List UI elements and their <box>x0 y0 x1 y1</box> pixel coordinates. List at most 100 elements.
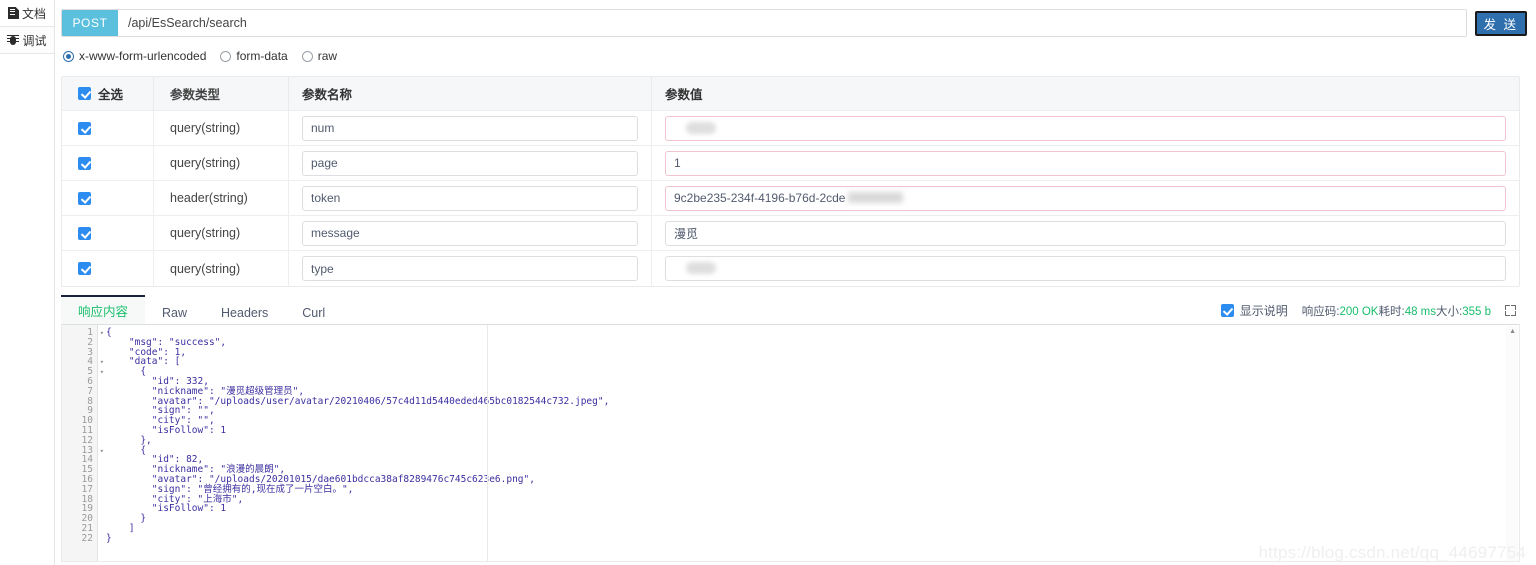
row-param-value-cell <box>652 146 1519 180</box>
table-row: query(string) <box>62 146 1519 181</box>
row-param-type: query(string) <box>154 251 289 286</box>
sidebar-item-doc[interactable]: 文档 <box>0 0 54 27</box>
editor-code[interactable]: { "msg": "success", "code": 1, "data": [… <box>98 325 1519 561</box>
status-code-label: 响应码: <box>1301 305 1340 318</box>
param-value-input[interactable] <box>665 220 1506 246</box>
param-name-input[interactable] <box>302 150 638 176</box>
status-size-label: 大小: <box>1436 305 1463 318</box>
row-checkbox-cell[interactable] <box>62 181 154 215</box>
param-name-input[interactable] <box>302 220 638 246</box>
radio-x-www-form-urlencoded[interactable]: x-www-form-urlencoded <box>63 49 206 63</box>
row-param-type: header(string) <box>154 181 289 215</box>
editor-code-line: "code": 1, <box>106 346 187 358</box>
sidebar-item-doc-label: 文档 <box>21 6 46 21</box>
table-row: query(string) <box>62 111 1519 146</box>
param-value-input[interactable] <box>665 256 1506 281</box>
row-param-name-cell <box>289 181 652 215</box>
fullscreen-icon[interactable] <box>1505 305 1516 316</box>
param-name-input[interactable] <box>302 185 638 211</box>
response-meta: 显示说明 响应码:200 OK耗时:48 ms大小:355 b <box>1220 302 1520 319</box>
param-name-input[interactable] <box>302 256 638 281</box>
editor-ruler <box>487 325 488 561</box>
radio-icon-raw[interactable] <box>301 50 313 62</box>
editor-gutter: 1 ▾ 2 3 4 ▾ 5 ▾ 6 7 8 9 10 11 12 13 ▾ 14 15 16 17 18 19 20 21 22 <box>62 325 104 561</box>
response-toolbar: 响应内容 Raw Headers Curl 显示说明 响应码:200 OK耗时:… <box>61 294 1520 327</box>
table-row: query(string) <box>62 251 1519 286</box>
bug-icon <box>7 34 20 46</box>
row-param-type: query(string) <box>154 111 289 145</box>
editor-code-line: "avatar": "/uploads/user/avatar/20210406… <box>106 395 610 407</box>
response-tabs: 响应内容 Raw Headers Curl <box>61 294 342 327</box>
radio-icon-form-data[interactable] <box>220 50 232 62</box>
tab-raw[interactable]: Raw <box>145 300 204 327</box>
editor-vertical-scrollbar[interactable]: ▲ <box>1506 326 1518 561</box>
param-name-input[interactable] <box>302 115 638 141</box>
row-param-type: query(string) <box>154 216 289 250</box>
editor-code-line: } <box>106 532 112 544</box>
editor-code-line: "sign": "", <box>106 405 215 417</box>
select-all-label: 全选 <box>98 88 124 102</box>
response-code-editor[interactable]: 1 ▾ 2 3 4 ▾ 5 ▾ 6 7 8 9 10 11 12 13 ▾ 14 15 16 17 18 19 20 21 22 … <box>61 324 1520 562</box>
status-time-value: 48 ms <box>1404 305 1437 318</box>
param-value-input[interactable] <box>665 115 1506 141</box>
select-all-checkbox[interactable] <box>78 87 91 100</box>
row-checkbox[interactable] <box>78 191 91 205</box>
param-value-input[interactable] <box>665 185 1506 211</box>
editor-code-line: { <box>106 444 147 456</box>
select-all-cell[interactable]: 全选 <box>62 77 154 110</box>
row-param-type: query(string) <box>154 146 289 180</box>
tab-curl[interactable]: Curl <box>285 300 342 327</box>
editor-code-line: "id": 82, <box>106 454 204 466</box>
main-panel: POST 发 送 x-www-form-urlencoded form-data… <box>55 0 1536 565</box>
table-row: header(string) <box>62 181 1519 216</box>
status-time-label: 耗时: <box>1378 305 1405 318</box>
row-param-value-cell <box>652 216 1519 250</box>
editor-code-line: } <box>106 513 147 525</box>
tab-headers[interactable]: Headers <box>204 300 285 327</box>
row-checkbox-cell[interactable] <box>62 251 154 286</box>
radio-icon-urlencoded[interactable] <box>63 50 74 62</box>
tab-response-body[interactable]: 响应内容 <box>61 294 146 327</box>
params-table-header: 全选 参数类型 参数名称 参数值 <box>62 77 1519 111</box>
send-button[interactable]: 发 送 <box>1474 10 1527 36</box>
params-table: 全选 参数类型 参数名称 参数值 query(string) num query… <box>61 76 1520 287</box>
row-checkbox[interactable] <box>78 262 91 275</box>
document-icon <box>7 7 19 19</box>
editor-code-line: { <box>106 366 147 378</box>
show-description-toggle[interactable]: 显示说明 <box>1220 302 1288 319</box>
editor-code-line: "city": "", <box>106 415 215 427</box>
radio-label-form-data: form-data <box>236 49 288 63</box>
editor-code-line: "data": [ <box>106 356 181 368</box>
row-param-name-cell <box>289 216 652 250</box>
editor-code-line: { <box>106 327 112 338</box>
http-method-selector[interactable]: POST <box>62 10 118 36</box>
editor-code-line: "city": "上海市", <box>106 493 244 505</box>
row-checkbox[interactable] <box>78 156 91 170</box>
url-input[interactable] <box>118 10 1466 36</box>
editor-code-line: "id": 332, <box>106 375 209 387</box>
show-description-checkbox[interactable] <box>1220 304 1234 317</box>
row-checkbox-cell[interactable] <box>62 216 154 250</box>
row-checkbox[interactable] <box>78 121 91 135</box>
status-code-value: 200 OK <box>1339 305 1379 318</box>
url-box: POST <box>61 9 1467 37</box>
request-url-row: POST 发 送 <box>61 9 1527 37</box>
table-row: query(string) <box>62 216 1519 251</box>
row-checkbox-cell[interactable] <box>62 146 154 180</box>
editor-code-line: ] <box>106 522 135 534</box>
show-description-label: 显示说明 <box>1239 304 1288 318</box>
param-value-input[interactable] <box>665 150 1506 176</box>
editor-code-line: "isFollow": 1 <box>106 503 227 515</box>
row-checkbox-cell[interactable] <box>62 111 154 145</box>
radio-form-data[interactable]: form-data <box>220 49 288 63</box>
redacted-value-mask <box>686 262 716 274</box>
radio-raw[interactable]: raw <box>301 49 337 63</box>
body-type-radio-group: x-www-form-urlencoded form-data raw <box>61 45 1527 67</box>
sidebar-item-debug[interactable]: 调试 <box>0 27 54 54</box>
redacted-token-mask <box>848 191 903 203</box>
row-checkbox[interactable] <box>78 226 91 240</box>
row-param-value-cell <box>652 251 1519 286</box>
scroll-up-icon[interactable]: ▲ <box>1509 328 1516 335</box>
sidebar-item-debug-label: 调试 <box>22 33 47 48</box>
radio-label-urlencoded: x-www-form-urlencoded <box>79 49 207 63</box>
